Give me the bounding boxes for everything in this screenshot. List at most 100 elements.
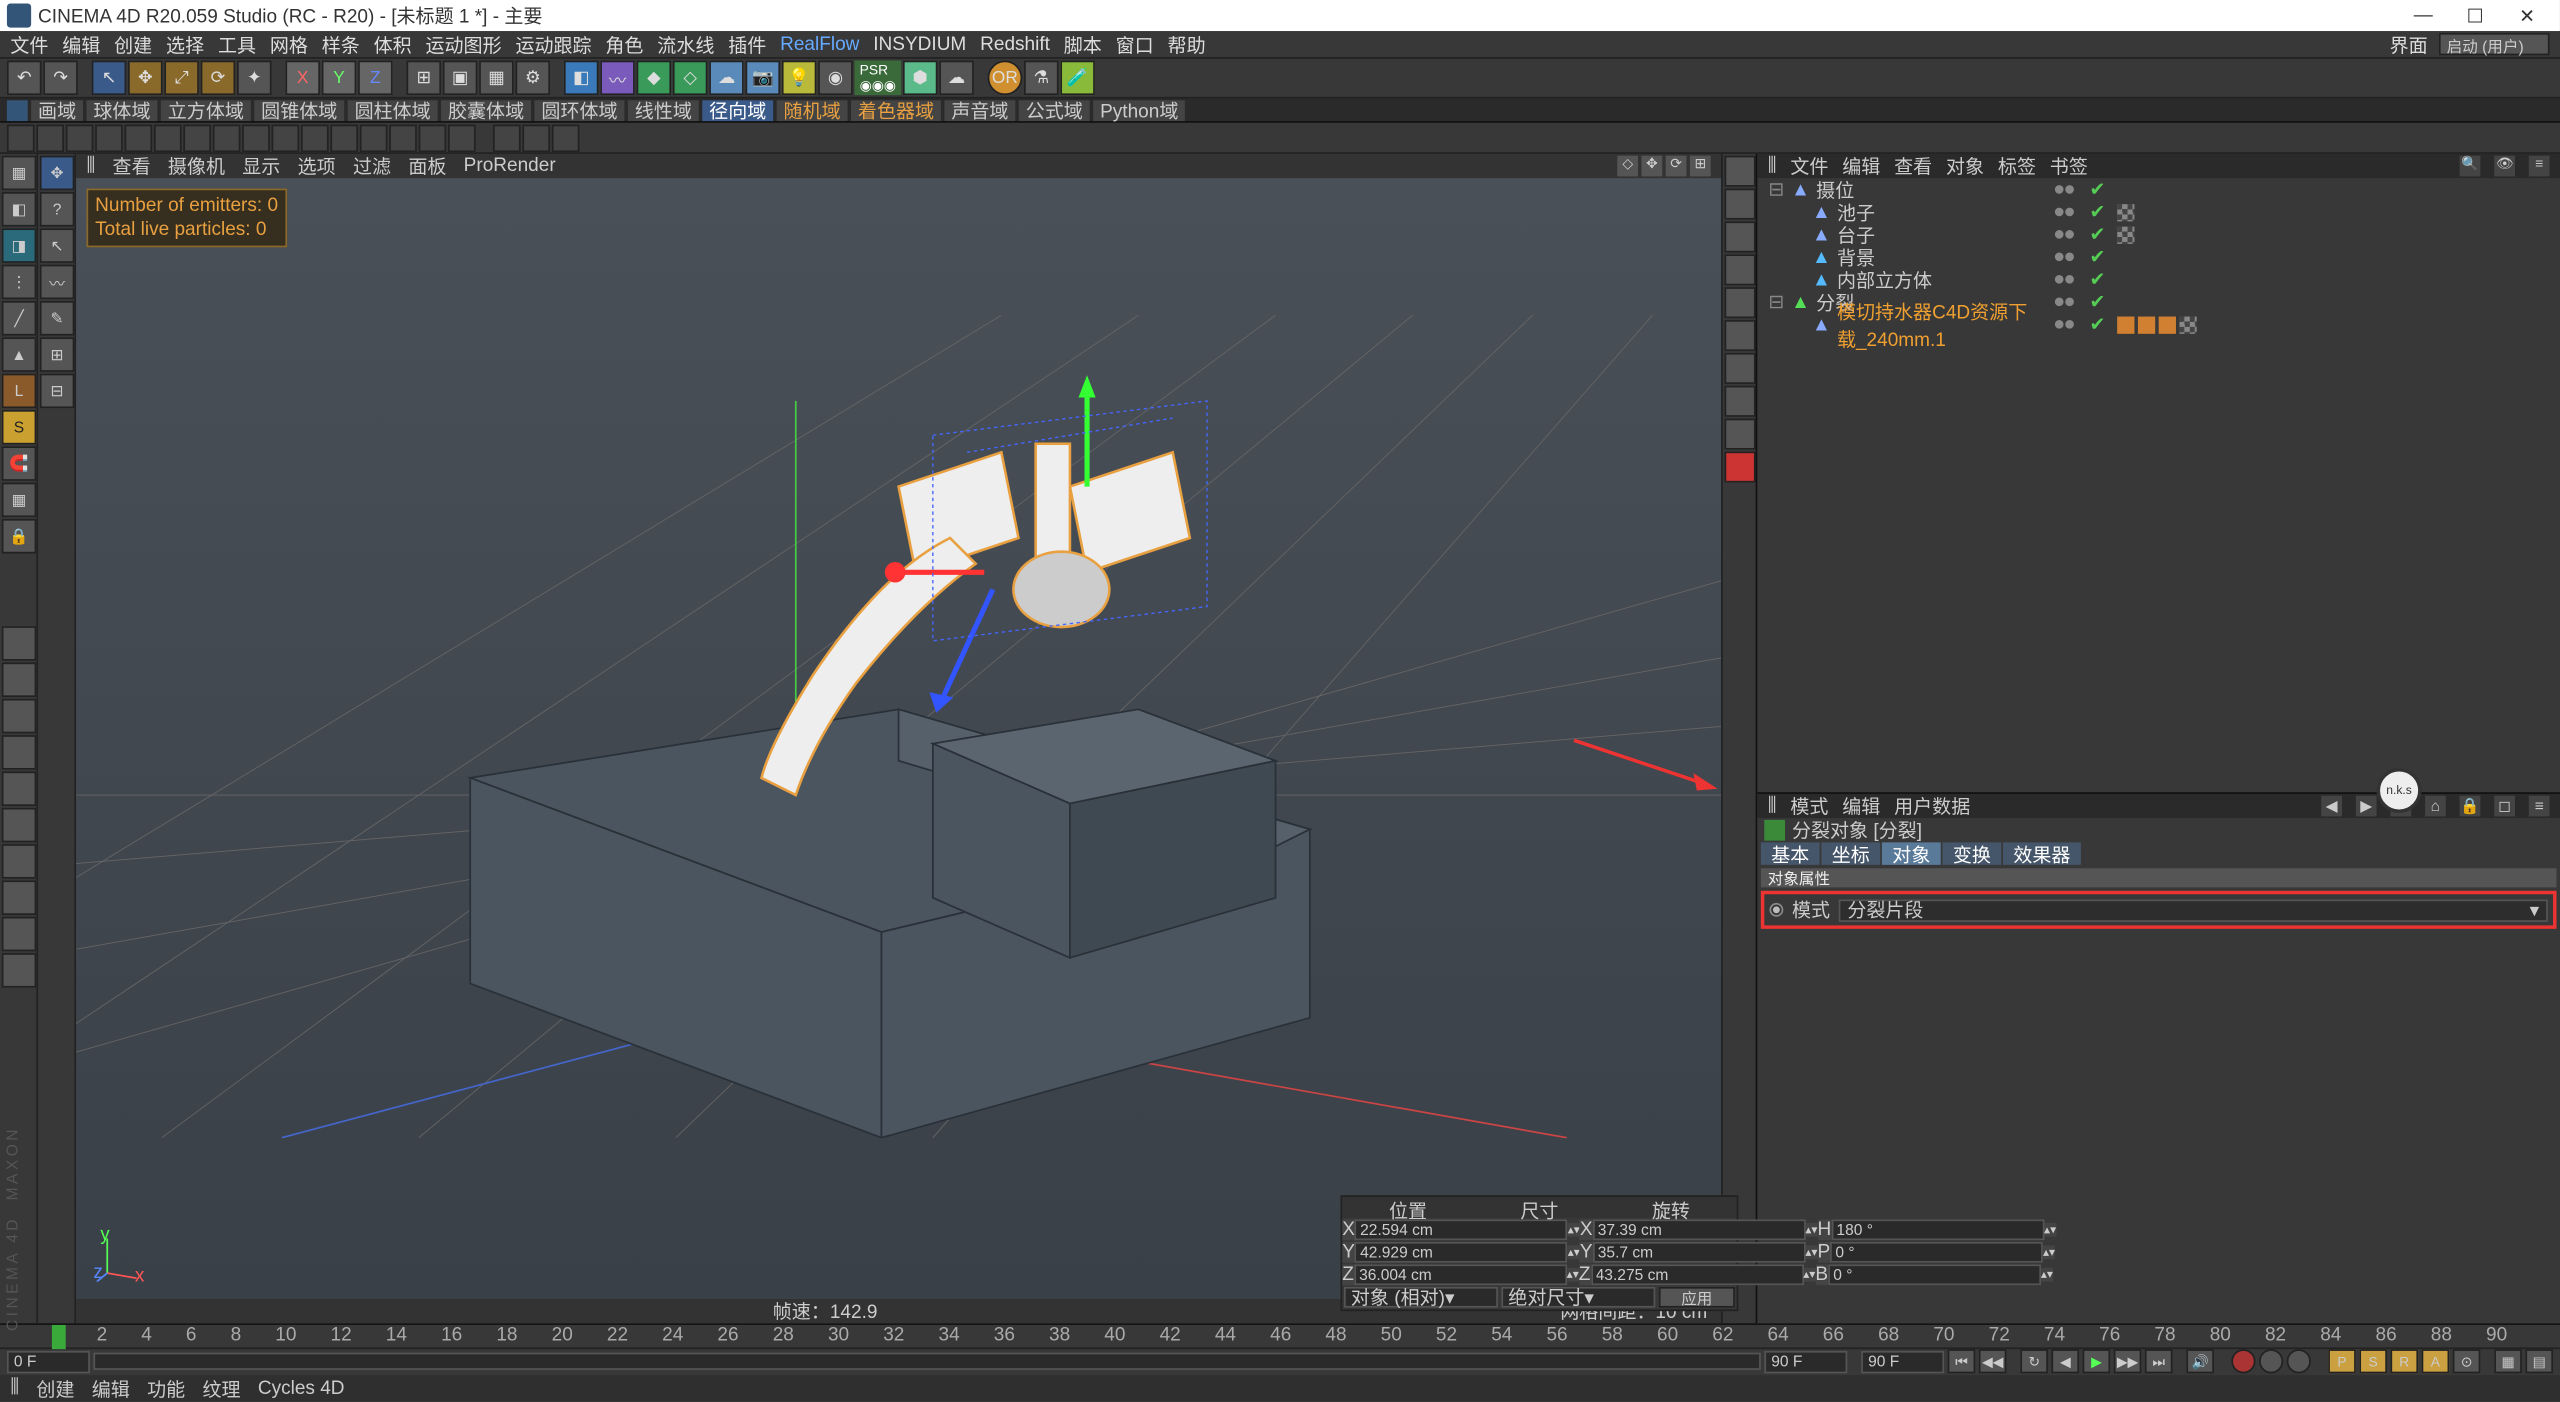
fx-btn[interactable] (213, 124, 241, 152)
key-s[interactable]: S (2359, 1350, 2387, 1374)
timeline-ruler[interactable]: 0246810121416182022242628303234363840424… (0, 1325, 2560, 1348)
shelf-item[interactable]: 径向域 (702, 99, 773, 120)
object-tag[interactable] (2138, 316, 2155, 333)
plugin-button-1[interactable]: ⚗ (1024, 61, 1059, 96)
menu-tracking[interactable]: 运动跟踪 (515, 30, 591, 58)
attr-nav-back[interactable]: ◀ (2321, 796, 2342, 817)
attr-tab[interactable]: 效果器 (2003, 842, 2081, 864)
vp-menu-camera[interactable]: 摄像机 (168, 152, 225, 180)
om-menu-objects[interactable]: 对象 (1946, 152, 1984, 180)
tool-6[interactable] (2, 808, 37, 843)
edge-mode[interactable]: ╱ (2, 301, 37, 336)
fx-btn[interactable] (154, 124, 182, 152)
enable-check[interactable]: ✔ (2089, 201, 2110, 223)
vp-nav-3[interactable]: ⟳ (1666, 156, 1687, 177)
shelf-item[interactable]: 公式域 (1019, 99, 1090, 120)
step-back[interactable]: ◀◀ (1979, 1350, 2007, 1374)
menu-spline[interactable]: 样条 (322, 30, 360, 58)
fx-btn[interactable] (552, 124, 580, 152)
enable-check[interactable]: ✔ (2089, 313, 2110, 335)
fx-btn[interactable] (448, 124, 476, 152)
workplane-toggle[interactable]: ▦ (2, 483, 37, 518)
scale-tool[interactable]: ⤢ (164, 61, 199, 96)
timeline-playhead[interactable] (52, 1325, 66, 1349)
menu-redshift[interactable]: Redshift (980, 34, 1050, 55)
fx-btn[interactable] (66, 124, 94, 152)
shelf-item[interactable]: 球体域 (86, 99, 157, 120)
nav-ic[interactable] (1725, 419, 1756, 450)
texture-mode[interactable]: ◧ (2, 192, 37, 227)
handle-icon[interactable]: ⫼ (1768, 795, 1777, 817)
menu-tools[interactable]: 工具 (218, 30, 256, 58)
menu-realflow[interactable]: RealFlow (780, 34, 859, 55)
object-tag[interactable] (2179, 316, 2196, 333)
attr-nav-fwd[interactable]: ▶ (2356, 796, 2377, 817)
select-tool-2[interactable]: ↖ (40, 228, 75, 263)
coord-mode-select[interactable]: 对象 (相对)▾ (1344, 1287, 1498, 1308)
vp-nav-2[interactable]: ✥ (1641, 156, 1662, 177)
nav-ic[interactable] (1725, 221, 1756, 252)
vp-menu-options[interactable]: 选项 (298, 152, 336, 180)
visibility-dots[interactable] (2038, 185, 2090, 194)
tool-5[interactable] (2, 771, 37, 806)
handle-icon[interactable]: ⫼ (86, 155, 95, 177)
viewport-3d[interactable]: Number of emitters: 0 Total live particl… (76, 178, 1721, 1299)
render-region-button[interactable]: ▦ (479, 61, 514, 96)
attr-tab[interactable]: 基本 (1761, 842, 1820, 864)
fx-btn[interactable] (183, 124, 211, 152)
deformer-button[interactable]: ◇ (673, 61, 708, 96)
psr-indicator[interactable]: PSR◉◉◉ (854, 61, 901, 96)
model-mode[interactable]: ▦ (2, 156, 37, 191)
shelf-item[interactable]: 着色器域 (851, 99, 941, 120)
fx-btn[interactable] (36, 124, 64, 152)
menu-volume[interactable]: 体积 (374, 30, 412, 58)
enable-check[interactable]: ✔ (2089, 178, 2110, 200)
select-tool[interactable]: ↖ (92, 61, 127, 96)
fx-btn[interactable] (125, 124, 153, 152)
object-tag[interactable] (2117, 203, 2134, 220)
tool-4[interactable] (2, 735, 37, 770)
mat-tab-tex[interactable]: 纹理 (202, 1374, 240, 1402)
tool-2[interactable] (2, 662, 37, 697)
object-name[interactable]: 模切持水器C4D资源下载_240mm.1 (1837, 297, 2038, 352)
play-fwd[interactable]: ▶ (2083, 1350, 2111, 1374)
shelf-item[interactable]: Python域 (1093, 99, 1185, 120)
nav-ic[interactable] (1725, 320, 1756, 351)
snap-toggle[interactable]: 🧲 (2, 446, 37, 481)
tl-cur-frame[interactable] (7, 1350, 90, 1372)
expand-icon[interactable]: ⊟ (1768, 291, 1785, 313)
tool-1[interactable] (2, 626, 37, 661)
axis-x-toggle[interactable]: X (285, 61, 320, 96)
coord-rot[interactable] (1831, 1219, 2044, 1240)
nav-ic[interactable] (1725, 353, 1756, 384)
axis-mode[interactable]: L (2, 374, 37, 409)
object-tag[interactable] (2117, 226, 2134, 243)
menu-plugins[interactable]: 插件 (728, 30, 766, 58)
goto-start[interactable]: ⏮ (1948, 1350, 1976, 1374)
fx-btn[interactable] (389, 124, 417, 152)
handle-icon[interactable]: ⫼ (1768, 155, 1777, 177)
axis-z-toggle[interactable]: Z (358, 61, 393, 96)
object-row[interactable]: ▲ 模切持水器C4D资源下载_240mm.1 ✔ (1757, 313, 2560, 335)
menu-help[interactable]: 帮助 (1168, 30, 1206, 58)
menu-mograph[interactable]: 运动图形 (426, 30, 502, 58)
expand-icon[interactable]: ⊟ (1768, 178, 1785, 200)
shelf-item[interactable]: 圆环体域 (534, 99, 624, 120)
vp-menu-filter[interactable]: 过滤 (353, 152, 391, 180)
goto-end[interactable]: ⏭ (2145, 1350, 2173, 1374)
menu-mesh[interactable]: 网格 (270, 30, 308, 58)
tool-9[interactable] (2, 917, 37, 952)
shelf-item[interactable]: 画域 (31, 99, 83, 120)
tl-range-slider[interactable] (93, 1353, 1760, 1370)
shelf-item[interactable]: 随机域 (777, 99, 848, 120)
visibility-dots[interactable] (2038, 298, 2090, 307)
menu-select[interactable]: 选择 (166, 30, 204, 58)
move-tool[interactable]: ✥ (128, 61, 163, 96)
menu-pipeline[interactable]: 流水线 (657, 30, 714, 58)
key-opts[interactable] (2287, 1350, 2311, 1374)
menu-character[interactable]: 角色 (605, 30, 643, 58)
play-back[interactable]: ◀ (2051, 1350, 2079, 1374)
mat-tab-create[interactable]: 创建 (36, 1374, 74, 1402)
coord-size[interactable] (1593, 1219, 1806, 1240)
shelf-item[interactable]: 圆锥体域 (254, 99, 344, 120)
